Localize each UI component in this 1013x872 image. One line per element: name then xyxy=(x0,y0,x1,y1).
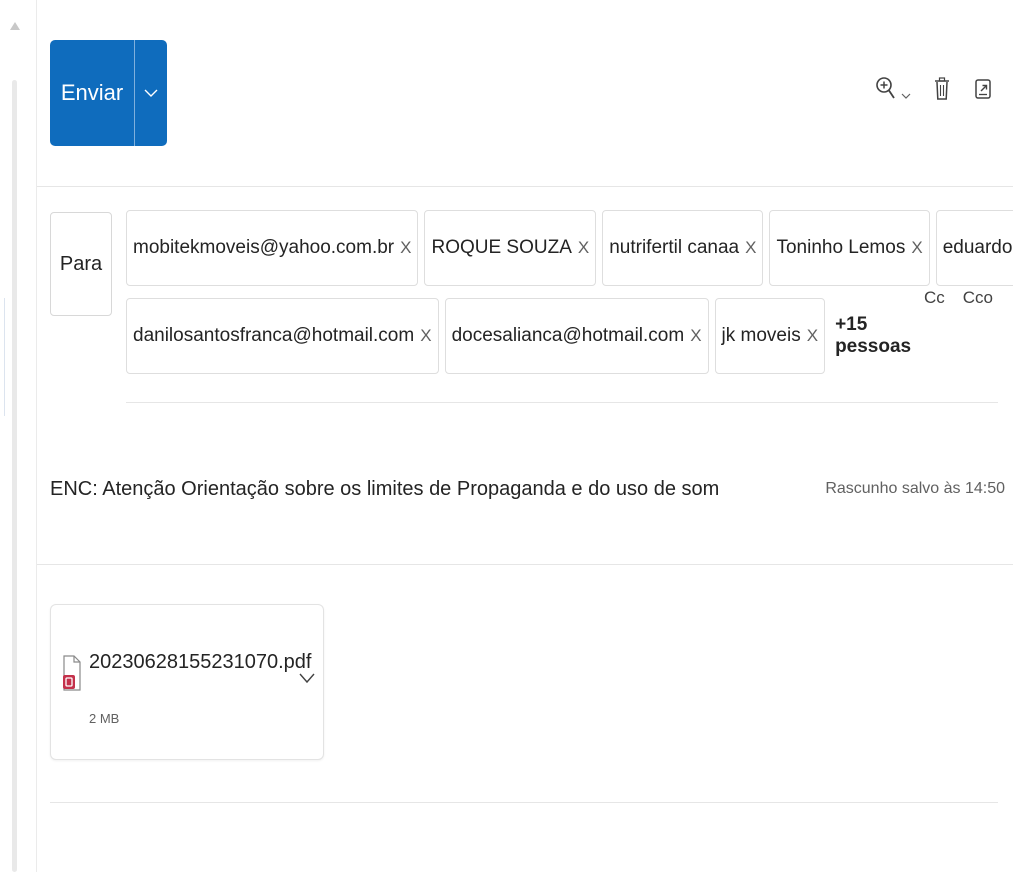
cc-button[interactable]: Cc xyxy=(924,288,945,308)
popout-button[interactable] xyxy=(973,76,993,102)
attachment-card[interactable]: 20230628155231070.pdf 2 MB xyxy=(50,604,324,760)
draft-saved-status: Rascunho salvo às 14:50 xyxy=(825,480,1005,497)
scroll-thumb[interactable] xyxy=(12,80,17,872)
recipient-chip[interactable]: nutrifertil canaa X xyxy=(602,210,764,286)
chevron-down-icon xyxy=(299,673,315,684)
recipient-chip[interactable]: ROQUE SOUZA X xyxy=(424,210,597,286)
recipient-row: danilosantosfranca@hotmail.com X docesal… xyxy=(126,294,926,378)
recipient-label: nutrifertil canaa xyxy=(609,237,740,258)
recipient-label: docesalianca@hotmail.com xyxy=(451,325,685,346)
recipient-label: ROQUE SOUZA xyxy=(431,237,572,258)
chevron-down-icon xyxy=(901,93,911,99)
recipient-chip[interactable]: danilosantosfranca@hotmail.com X xyxy=(126,298,439,374)
pdf-file-icon xyxy=(63,655,81,700)
toolbar-divider xyxy=(37,186,1013,187)
cc-bcc-group: Cc Cco xyxy=(924,288,993,308)
recipient-chip[interactable]: eduardo carmo X xyxy=(935,210,1013,286)
attachment-options-button[interactable] xyxy=(299,671,315,689)
remove-recipient-button[interactable]: X xyxy=(690,326,701,346)
remove-recipient-button[interactable]: X xyxy=(400,238,411,258)
recipient-label: eduardo carmo xyxy=(942,237,1013,258)
attachments-divider xyxy=(50,802,998,803)
zoom-in-icon xyxy=(876,77,895,99)
subject-divider xyxy=(37,564,1013,565)
send-options-button[interactable] xyxy=(135,40,167,146)
remove-recipient-button[interactable]: X xyxy=(807,326,818,346)
vertical-scrollbar[interactable] xyxy=(0,0,28,872)
recipient-label: Toninho Lemos xyxy=(776,237,906,258)
zoom-button[interactable] xyxy=(875,76,911,102)
attachment-file-name: 20230628155231070.pdf xyxy=(89,651,312,673)
remove-recipient-button[interactable]: X xyxy=(745,238,756,258)
recipient-label: mobitekmoveis@yahoo.com.br xyxy=(133,237,395,258)
recipient-row: mobitekmoveis@yahoo.com.br X ROQUE SOUZA… xyxy=(126,206,1013,290)
recipient-label: jk moveis xyxy=(721,325,801,346)
send-split-button: Enviar xyxy=(50,40,167,146)
subject-field[interactable]: ENC: Atenção Orientação sobre os limites… xyxy=(50,478,719,501)
toolbar-actions xyxy=(875,76,993,102)
scroll-track-marker xyxy=(4,298,5,416)
popout-icon xyxy=(975,79,991,99)
remove-recipient-button[interactable]: X xyxy=(420,326,431,346)
remove-recipient-button[interactable]: X xyxy=(911,238,922,258)
chevron-down-icon xyxy=(144,89,158,97)
recipient-chip[interactable]: docesalianca@hotmail.com X xyxy=(444,298,709,374)
send-button[interactable]: Enviar xyxy=(50,40,134,146)
scroll-up-arrow-icon[interactable] xyxy=(10,22,20,30)
recipient-chip[interactable]: Toninho Lemos X xyxy=(769,210,930,286)
trash-icon xyxy=(935,77,949,100)
to-button[interactable]: Para xyxy=(50,212,112,316)
recipient-chip[interactable]: mobitekmoveis@yahoo.com.br X xyxy=(126,210,419,286)
recipient-chip[interactable]: jk moveis X xyxy=(714,298,826,374)
attachment-file-size: 2 MB xyxy=(89,711,120,726)
pane-divider xyxy=(36,0,37,872)
bcc-button[interactable]: Cco xyxy=(963,288,993,308)
to-recipients: mobitekmoveis@yahoo.com.br X ROQUE SOUZA… xyxy=(126,206,1013,382)
discard-button[interactable] xyxy=(933,76,951,102)
recipients-divider xyxy=(126,402,998,403)
recipient-label: danilosantosfranca@hotmail.com xyxy=(133,325,415,346)
more-recipients-link[interactable]: +15 pessoas xyxy=(835,314,926,358)
compose-pane: Enviar Para mobitekmoveis@yahoo.com.br X… xyxy=(0,0,1013,872)
remove-recipient-button[interactable]: X xyxy=(578,238,589,258)
